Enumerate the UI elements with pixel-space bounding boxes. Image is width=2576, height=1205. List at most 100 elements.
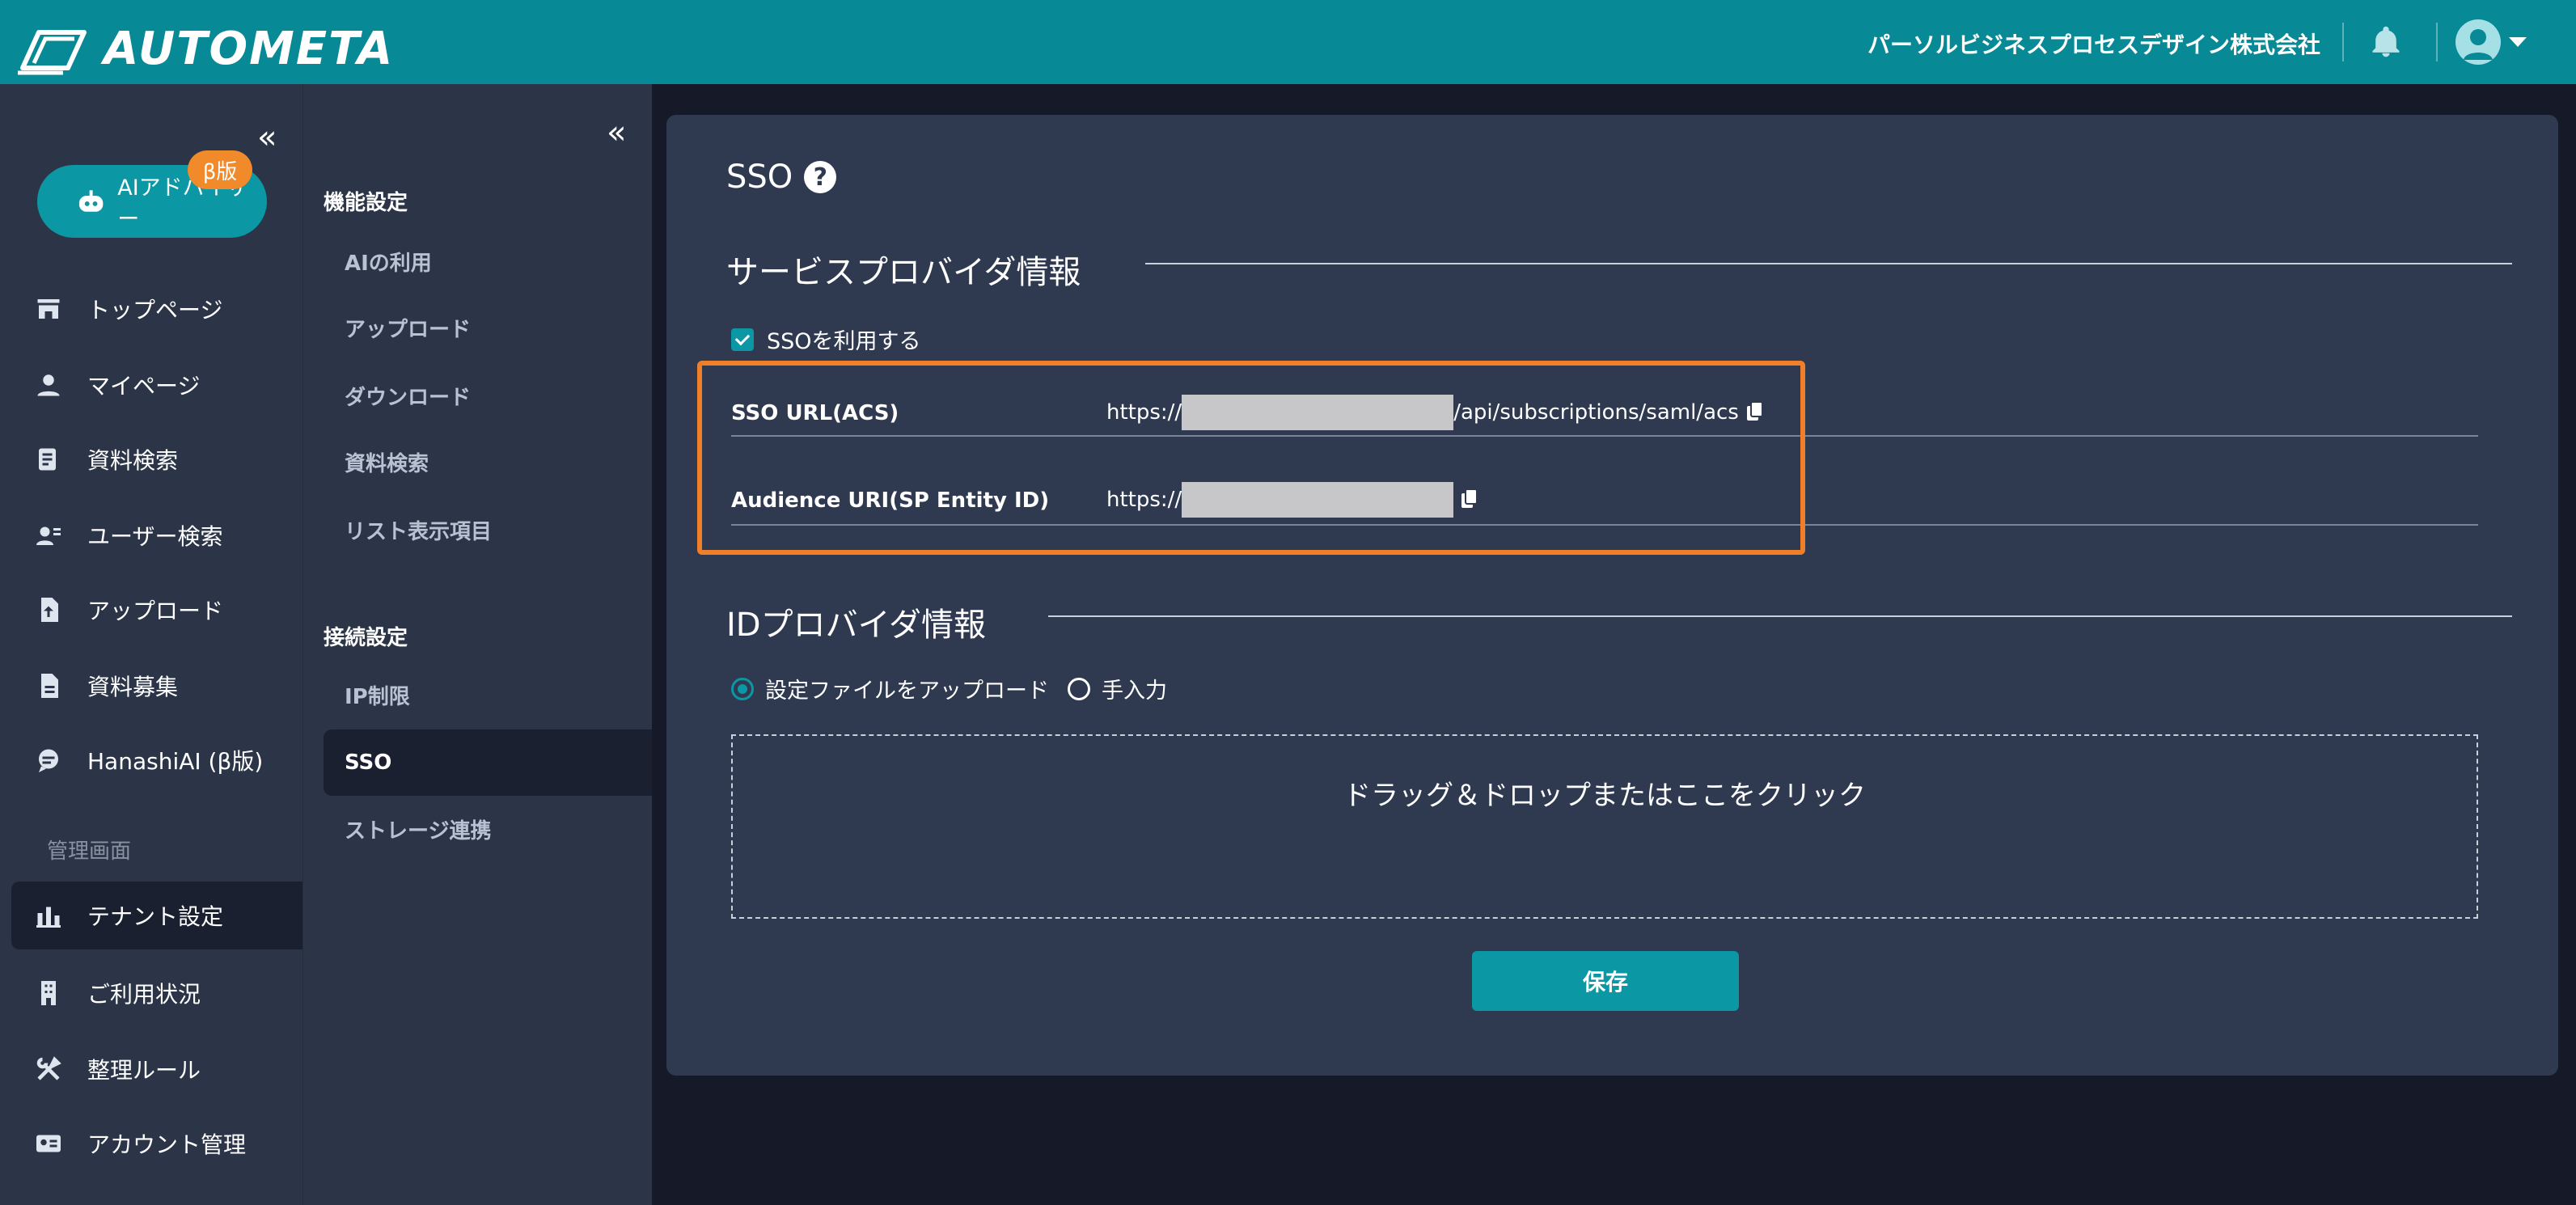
subnav-label: SSO <box>345 750 392 775</box>
account-menu[interactable] <box>2455 19 2527 65</box>
nav-usage-status[interactable]: ご利用状況 <box>0 959 302 1027</box>
nav-label: ユーザー検索 <box>87 523 223 550</box>
copy-icon[interactable] <box>1460 488 1479 511</box>
nav-label: 資料募集 <box>87 674 179 700</box>
subnav-document-search[interactable]: 資料検索 <box>324 429 652 495</box>
redacted-domain <box>1182 395 1454 430</box>
header-divider <box>2342 23 2344 61</box>
use-sso-checkbox[interactable]: SSOを利用する <box>731 323 921 355</box>
subnav-ai-usage[interactable]: AIの利用 <box>324 228 652 294</box>
nav-tenant-settings[interactable]: テナント設定 <box>11 882 302 949</box>
section-divider <box>1145 263 2512 264</box>
chart-icon <box>36 907 61 928</box>
sso-url-label: SSO URL(ACS) <box>731 401 899 425</box>
avatar-icon <box>2455 19 2501 65</box>
subnav-label: ダウンロード <box>345 385 472 410</box>
radio-selected-icon <box>731 677 754 700</box>
page-title: SSO ? <box>726 159 837 196</box>
subnav-group-connection: 接続設定 <box>324 626 408 650</box>
subnav-label: IP制限 <box>345 684 410 709</box>
url-prefix: https:// <box>1106 488 1182 512</box>
robot-icon <box>78 190 104 212</box>
audience-uri-value: https:// <box>1106 482 1479 518</box>
row-divider <box>731 435 2478 437</box>
sp-section-title: サービスプロバイダ情報 <box>726 254 1081 291</box>
copy-icon[interactable] <box>1745 401 1765 424</box>
nav-label: HanashiAI (β版) <box>87 748 264 775</box>
subnav-sso[interactable]: SSO <box>324 729 652 796</box>
id-card-icon <box>36 1135 61 1152</box>
subnav-label: ストレージ連携 <box>345 818 492 844</box>
collapse-subnav-icon[interactable]: « <box>607 116 626 149</box>
subnav-download[interactable]: ダウンロード <box>324 362 652 429</box>
url-suffix: /api/subscriptions/saml/acs <box>1453 400 1739 425</box>
nav-label: トップページ <box>87 297 223 323</box>
file-dropzone[interactable]: ドラッグ＆ドロップまたはここをクリック <box>731 734 2478 919</box>
row-divider <box>731 524 2478 526</box>
header-divider <box>2436 23 2438 61</box>
nav-label: マイページ <box>87 373 201 400</box>
subnav-group-features: 機能設定 <box>324 191 408 215</box>
bell-icon[interactable] <box>2368 24 2404 60</box>
nav-label: ご利用状況 <box>87 981 201 1008</box>
company-name: パーソルビジネスプロセスデザイン株式会社 <box>1867 32 2320 58</box>
nav-account-management[interactable]: アカウント管理 <box>0 1110 302 1178</box>
top-header: AUTOMETA パーソルビジネスプロセスデザイン株式会社 <box>0 0 2576 84</box>
sso-url-value: https:// /api/subscriptions/saml/acs <box>1106 395 1765 430</box>
subnav-storage-integration[interactable]: ストレージ連携 <box>324 796 652 862</box>
brand-name: AUTOMETA <box>104 22 395 75</box>
nav-document-search[interactable]: 資料検索 <box>0 425 302 493</box>
collapse-sidebar-icon[interactable]: « <box>257 121 277 154</box>
use-sso-label: SSOを利用する <box>767 329 921 354</box>
admin-section-heading: 管理画面 <box>47 839 132 864</box>
nav-label: 資料検索 <box>87 447 179 474</box>
redacted-domain <box>1182 482 1454 518</box>
nav-label: 整理ルール <box>87 1057 201 1084</box>
save-button[interactable]: 保存 <box>1472 951 1739 1011</box>
person-icon <box>37 374 60 396</box>
audience-uri-label: Audience URI(SP Entity ID) <box>731 488 1050 513</box>
nav-document-request[interactable]: 資料募集 <box>0 652 302 720</box>
radio-manual-label: 手入力 <box>1102 679 1167 704</box>
radio-upload-label: 設定ファイルをアップロード <box>765 679 1049 704</box>
url-prefix: https:// <box>1106 400 1182 425</box>
logo-mark-icon <box>18 30 87 75</box>
tools-icon <box>36 1056 61 1080</box>
autometa-logo[interactable]: AUTOMETA <box>15 21 394 76</box>
nav-my-page[interactable]: マイページ <box>0 351 302 419</box>
subnav-label: リスト表示項目 <box>345 519 493 544</box>
nav-top-page[interactable]: トップページ <box>0 275 302 343</box>
subnav-list-display-items[interactable]: リスト表示項目 <box>324 497 652 563</box>
nav-hanashi-ai[interactable]: HanashiAI (β版) <box>0 726 302 794</box>
nav-upload[interactable]: アップロード <box>0 576 302 644</box>
subnav-upload[interactable]: アップロード <box>324 294 652 361</box>
nav-label: アカウント管理 <box>87 1131 247 1158</box>
subnav-ip-restriction[interactable]: IP制限 <box>324 662 652 728</box>
document-search-icon <box>39 448 56 471</box>
beta-badge: β版 <box>188 150 252 189</box>
radio-manual-input[interactable]: 手入力 <box>1068 673 1167 704</box>
upload-icon <box>41 598 58 622</box>
dropzone-text: ドラッグ＆ドロップまたはここをクリック <box>1343 780 1866 812</box>
section-divider <box>1048 615 2512 617</box>
page-title-text: SSO <box>726 159 793 196</box>
radio-upload-config[interactable]: 設定ファイルをアップロード <box>731 673 1049 704</box>
file-icon <box>41 674 58 698</box>
nav-label: アップロード <box>87 598 224 624</box>
building-icon <box>41 981 56 1005</box>
chat-icon <box>39 749 58 772</box>
subnav-label: アップロード <box>345 317 472 342</box>
nav-organize-rules[interactable]: 整理ルール <box>0 1035 302 1103</box>
subnav-label: 資料検索 <box>345 451 429 476</box>
idp-section-title: IDプロバイダ情報 <box>726 607 986 644</box>
checkbox-checked-icon <box>731 328 754 351</box>
user-search-icon <box>36 526 61 545</box>
save-label: 保存 <box>1582 969 1628 996</box>
chevron-down-icon <box>2509 37 2527 47</box>
nav-user-search[interactable]: ユーザー検索 <box>0 501 302 569</box>
nav-label: テナント設定 <box>87 903 224 930</box>
help-icon[interactable]: ? <box>804 161 837 193</box>
store-icon <box>37 299 60 319</box>
radio-unselected-icon <box>1068 677 1090 700</box>
subnav-label: AIの利用 <box>345 251 432 276</box>
